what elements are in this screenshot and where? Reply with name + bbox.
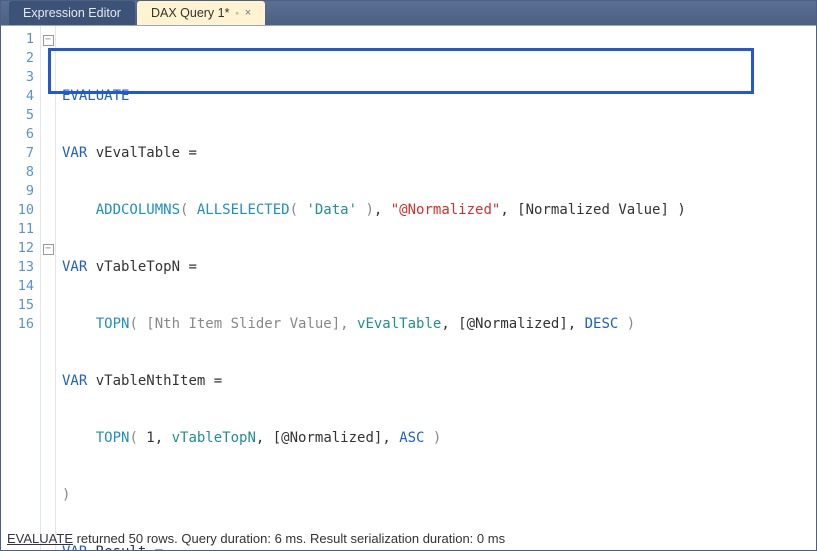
tab-dax-query[interactable]: DAX Query 1* ◦ × bbox=[137, 1, 265, 25]
fold-icon[interactable]: − bbox=[43, 35, 54, 46]
line-number-gutter: 12345678 910111213141516 bbox=[1, 26, 41, 551]
status-text: returned 50 rows. Query duration: 6 ms. … bbox=[73, 531, 505, 546]
tab-label: DAX Query 1* bbox=[151, 1, 230, 25]
fold-gutter: − − bbox=[41, 26, 56, 551]
tab-expression-editor[interactable]: Expression Editor bbox=[9, 1, 135, 25]
app-window: Expression Editor DAX Query 1* ◦ × 12345… bbox=[0, 0, 817, 551]
dirty-indicator-icon: ◦ bbox=[235, 1, 238, 25]
tab-strip: Expression Editor DAX Query 1* ◦ × bbox=[1, 1, 816, 25]
status-evaluate-link[interactable]: EVALUATE bbox=[7, 531, 73, 546]
close-icon[interactable]: × bbox=[245, 1, 251, 25]
code-area[interactable]: EVALUATE VAR vEvalTable = ADDCOLUMNS( AL… bbox=[56, 26, 816, 551]
code-editor[interactable]: 12345678 910111213141516 − − EVALUATE VA… bbox=[1, 25, 816, 551]
tab-label: Expression Editor bbox=[23, 1, 121, 25]
status-bar: EVALUATE returned 50 rows. Query duratio… bbox=[7, 531, 505, 546]
fold-icon[interactable]: − bbox=[43, 244, 54, 255]
